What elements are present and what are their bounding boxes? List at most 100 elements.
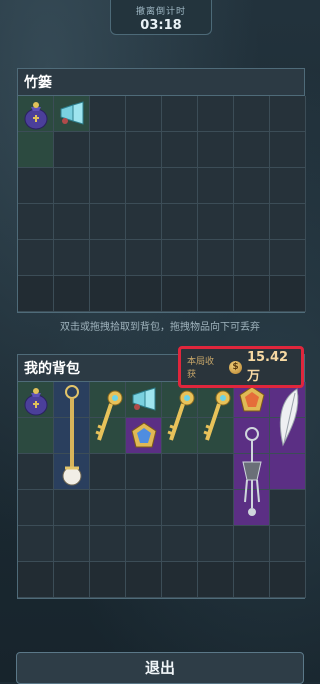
backpack-slot[interactable] (270, 562, 306, 598)
backpack-slot[interactable] (18, 526, 54, 562)
basket-grid (18, 96, 306, 312)
backpack-slot[interactable] (18, 454, 54, 490)
golden-key-icon[interactable] (90, 382, 126, 454)
whistle-horn-icon[interactable] (54, 96, 90, 132)
basket-slot[interactable] (270, 204, 306, 240)
backpack-slot[interactable] (18, 562, 54, 598)
basket-slot[interactable] (162, 132, 198, 168)
money-bag-icon[interactable] (18, 96, 54, 132)
basket-slot[interactable] (234, 276, 270, 312)
basket-slot[interactable] (162, 204, 198, 240)
backpack-slot[interactable] (270, 454, 306, 490)
backpack-grid (18, 382, 306, 598)
whistle-horn-icon[interactable] (126, 382, 162, 418)
basket-slot[interactable] (90, 240, 126, 276)
golden-key-icon[interactable] (198, 382, 234, 454)
basket-slot[interactable] (18, 168, 54, 204)
round-earnings-badge: 本局收获 $ 15.42万 (178, 346, 304, 388)
backpack-slot[interactable] (126, 562, 162, 598)
backpack-slot[interactable] (18, 418, 54, 454)
basket-slot[interactable] (54, 132, 90, 168)
basket-slot[interactable] (162, 240, 198, 276)
basket-slot[interactable] (162, 96, 198, 132)
backpack-slot[interactable] (90, 454, 126, 490)
backpack-slot[interactable] (162, 454, 198, 490)
golden-key-icon[interactable] (162, 382, 198, 454)
backpack-slot[interactable] (162, 490, 198, 526)
basket-slot[interactable] (198, 204, 234, 240)
basket-slot[interactable] (270, 96, 306, 132)
basket-slot[interactable] (198, 96, 234, 132)
drag-hint: 双击或拖拽拾取到背包，拖拽物品向下可丢弃 (60, 322, 260, 333)
basket-slot[interactable] (54, 204, 90, 240)
backpack-slot[interactable] (234, 562, 270, 598)
basket-slot[interactable] (234, 96, 270, 132)
white-feather-icon[interactable] (270, 382, 306, 454)
backpack-slot[interactable] (126, 454, 162, 490)
backpack-slot[interactable] (270, 490, 306, 526)
basket-slot[interactable] (54, 240, 90, 276)
basket-slot[interactable] (198, 240, 234, 276)
basket-slot[interactable] (90, 204, 126, 240)
basket-slot[interactable] (90, 132, 126, 168)
basket-slot[interactable] (90, 276, 126, 312)
blue-gem-crest-icon[interactable] (126, 418, 162, 454)
basket-slot[interactable] (126, 96, 162, 132)
backpack-slot[interactable] (198, 454, 234, 490)
basket-slot[interactable] (270, 240, 306, 276)
backpack-slot[interactable] (90, 562, 126, 598)
basket-slot[interactable] (126, 132, 162, 168)
ornate-staff-icon[interactable] (54, 382, 90, 490)
basket-slot[interactable] (18, 96, 54, 132)
basket-slot[interactable] (18, 204, 54, 240)
basket-slot[interactable] (198, 276, 234, 312)
backpack-panel: 我的背包 (17, 354, 306, 599)
backpack-slot[interactable] (234, 526, 270, 562)
basket-slot[interactable] (126, 168, 162, 204)
backpack-slot[interactable] (54, 562, 90, 598)
basket-slot[interactable] (126, 204, 162, 240)
coin-icon: $ (228, 360, 242, 374)
basket-slot[interactable] (198, 132, 234, 168)
basket-slot[interactable] (270, 168, 306, 204)
basket-slot[interactable] (18, 276, 54, 312)
hanging-charm-icon[interactable] (234, 418, 270, 526)
basket-slot[interactable] (162, 276, 198, 312)
basket-slot[interactable] (126, 240, 162, 276)
backpack-slot[interactable] (90, 526, 126, 562)
basket-slot[interactable] (90, 168, 126, 204)
basket-slot[interactable] (18, 240, 54, 276)
exit-button[interactable]: 退出 (16, 652, 304, 684)
backpack-slot[interactable] (198, 562, 234, 598)
earnings-label: 本局收获 (187, 357, 215, 380)
basket-slot[interactable] (234, 168, 270, 204)
basket-slot[interactable] (126, 276, 162, 312)
basket-slot[interactable] (54, 168, 90, 204)
backpack-slot[interactable] (162, 562, 198, 598)
basket-slot[interactable] (270, 276, 306, 312)
basket-slot[interactable] (54, 276, 90, 312)
evacuation-timer: 撤离倒计时 03:18 (110, 0, 212, 35)
basket-panel: 竹篓 (17, 68, 306, 313)
backpack-slot[interactable] (54, 490, 90, 526)
basket-slot[interactable] (234, 240, 270, 276)
backpack-slot[interactable] (126, 490, 162, 526)
basket-slot[interactable] (54, 96, 90, 132)
basket-slot[interactable] (198, 168, 234, 204)
basket-slot[interactable] (234, 204, 270, 240)
backpack-slot[interactable] (126, 526, 162, 562)
basket-slot[interactable] (18, 132, 54, 168)
backpack-slot[interactable] (54, 526, 90, 562)
money-bag-icon[interactable] (18, 382, 54, 418)
timer-label: 撤离倒计时 (135, 7, 186, 17)
basket-slot[interactable] (162, 168, 198, 204)
basket-slot[interactable] (90, 96, 126, 132)
backpack-slot[interactable] (90, 490, 126, 526)
backpack-slot[interactable] (198, 490, 234, 526)
backpack-slot[interactable] (198, 526, 234, 562)
backpack-slot[interactable] (18, 490, 54, 526)
basket-slot[interactable] (270, 132, 306, 168)
backpack-slot[interactable] (270, 526, 306, 562)
backpack-slot[interactable] (162, 526, 198, 562)
basket-slot[interactable] (234, 132, 270, 168)
